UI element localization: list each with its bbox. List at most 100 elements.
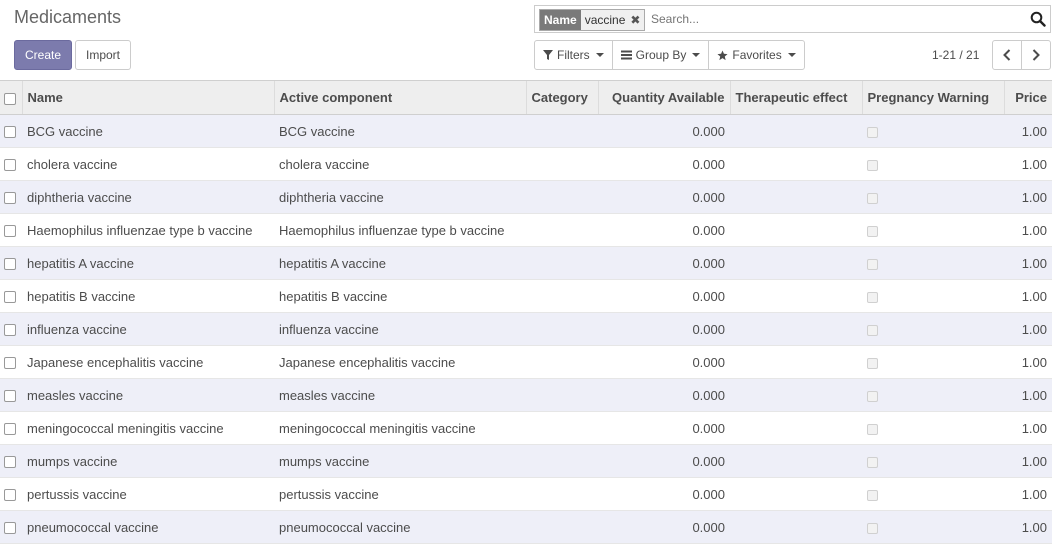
cell-quantity-available[interactable]: 0.000 [598,246,730,280]
cell-name[interactable]: BCG vaccine [22,114,274,148]
cell-price[interactable]: 1.00 [1004,345,1052,379]
cell-name[interactable]: pertussis vaccine [22,477,274,511]
cell-name[interactable]: diphtheria vaccine [22,180,274,214]
cell-name[interactable]: hepatitis A vaccine [22,246,274,280]
cell-quantity-available[interactable]: 0.000 [598,213,730,247]
cell-price[interactable]: 1.00 [1004,444,1052,478]
cell-name[interactable]: influenza vaccine [22,312,274,346]
cell-category[interactable] [526,279,598,313]
cell-active-component[interactable]: Haemophilus influenzae type b vaccine [274,213,526,247]
row-checkbox[interactable] [4,126,16,139]
cell-price[interactable]: 1.00 [1004,279,1052,313]
row-checkbox[interactable] [4,456,16,469]
table-row[interactable]: diphtheria vaccine diphtheria vaccine 0.00… [0,180,1052,214]
group-by-button[interactable]: Group By [611,40,710,70]
table-row[interactable]: mumps vaccine mumps vaccine 0.000 1.00 [0,444,1052,478]
cell-therapeutic-effect[interactable] [730,444,862,478]
cell-name[interactable]: pneumococcal vaccine [22,510,274,544]
cell-therapeutic-effect[interactable] [730,510,862,544]
cell-price[interactable]: 1.00 [1004,246,1052,280]
cell-name[interactable]: meningococcal meningitis vaccine [22,411,274,445]
cell-quantity-available[interactable]: 0.000 [598,114,730,148]
table-row[interactable]: hepatitis B vaccine hepatitis B vaccine 0.… [0,279,1052,313]
column-header-active-component[interactable]: Active component [273,80,526,115]
cell-active-component[interactable]: Japanese encephalitis vaccine [274,345,526,379]
column-header-category[interactable]: Category [525,80,598,115]
cell-active-component[interactable]: BCG vaccine [274,114,526,148]
row-checkbox[interactable] [4,159,16,172]
cell-price[interactable]: 1.00 [1004,312,1052,346]
cell-quantity-available[interactable]: 0.000 [598,147,730,181]
cell-price[interactable]: 1.00 [1004,147,1052,181]
row-checkbox[interactable] [4,522,16,535]
row-checkbox[interactable] [4,390,16,403]
cell-quantity-available[interactable]: 0.000 [598,444,730,478]
cell-category[interactable] [526,444,598,478]
cell-therapeutic-effect[interactable] [730,345,862,379]
column-header-pregnancy-warning[interactable]: Pregnancy Warning [861,80,1004,115]
cell-price[interactable]: 1.00 [1004,477,1052,511]
cell-category[interactable] [526,510,598,544]
cell-category[interactable] [526,246,598,280]
search-icon[interactable] [1030,11,1046,27]
cell-therapeutic-effect[interactable] [730,114,862,148]
table-row[interactable]: Japanese encephalitis vaccine Japanese en… [0,345,1052,379]
close-icon[interactable]: ✖ [630,10,640,30]
table-row[interactable]: meningococcal meningitis vaccine meningoc… [0,411,1052,445]
cell-category[interactable] [526,213,598,247]
cell-therapeutic-effect[interactable] [730,312,862,346]
cell-quantity-available[interactable]: 0.000 [598,477,730,511]
cell-price[interactable]: 1.00 [1004,180,1052,214]
search-input[interactable] [649,9,1023,29]
pager-next-button[interactable] [1021,40,1051,70]
select-all-checkbox[interactable] [4,92,16,105]
row-checkbox[interactable] [4,225,16,238]
cell-quantity-available[interactable]: 0.000 [598,312,730,346]
cell-name[interactable]: measles vaccine [22,378,274,412]
cell-name[interactable]: mumps vaccine [22,444,274,478]
table-row[interactable]: pneumococcal vaccine pneumococcal vaccine… [0,510,1052,544]
pager-previous-button[interactable] [992,40,1022,70]
table-row[interactable]: cholera vaccine cholera vaccine 0.000 1.00 [0,147,1052,181]
cell-active-component[interactable]: measles vaccine [274,378,526,412]
row-checkbox[interactable] [4,324,16,337]
row-checkbox[interactable] [4,423,16,436]
row-checkbox[interactable] [4,357,16,370]
cell-name[interactable]: cholera vaccine [22,147,274,181]
cell-active-component[interactable]: hepatitis A vaccine [274,246,526,280]
column-header-quantity-available[interactable]: Quantity Available [597,80,730,115]
row-checkbox[interactable] [4,192,16,205]
column-header-price[interactable]: Price [1003,80,1052,115]
cell-quantity-available[interactable]: 0.000 [598,345,730,379]
cell-active-component[interactable]: mumps vaccine [274,444,526,478]
table-row[interactable]: pertussis vaccine pertussis vaccine 0.000 1… [0,477,1052,511]
cell-quantity-available[interactable]: 0.000 [598,378,730,412]
cell-active-component[interactable]: diphtheria vaccine [274,180,526,214]
cell-name[interactable]: Haemophilus influenzae type b vaccine [22,213,274,247]
cell-active-component[interactable]: cholera vaccine [274,147,526,181]
cell-category[interactable] [526,411,598,445]
row-checkbox[interactable] [4,489,16,502]
cell-therapeutic-effect[interactable] [730,180,862,214]
search-bar[interactable]: Name vaccine ✖ [534,5,1051,33]
filters-button[interactable]: Filters [534,40,613,70]
cell-active-component[interactable]: pneumococcal vaccine [274,510,526,544]
table-row[interactable]: measles vaccine measles vaccine 0.000 1.00 [0,378,1052,412]
cell-name[interactable]: hepatitis B vaccine [22,279,274,313]
column-header-name[interactable]: Name [21,80,274,115]
cell-price[interactable]: 1.00 [1004,378,1052,412]
create-button[interactable]: Create [14,40,72,70]
favorites-button[interactable]: Favorites [708,40,805,70]
cell-category[interactable] [526,312,598,346]
cell-therapeutic-effect[interactable] [730,411,862,445]
cell-category[interactable] [526,378,598,412]
cell-active-component[interactable]: hepatitis B vaccine [274,279,526,313]
cell-name[interactable]: Japanese encephalitis vaccine [22,345,274,379]
cell-price[interactable]: 1.00 [1004,213,1052,247]
cell-quantity-available[interactable]: 0.000 [598,411,730,445]
column-header-therapeutic-effect[interactable]: Therapeutic effect [729,80,862,115]
cell-therapeutic-effect[interactable] [730,279,862,313]
cell-active-component[interactable]: influenza vaccine [274,312,526,346]
cell-price[interactable]: 1.00 [1004,114,1052,148]
cell-therapeutic-effect[interactable] [730,246,862,280]
